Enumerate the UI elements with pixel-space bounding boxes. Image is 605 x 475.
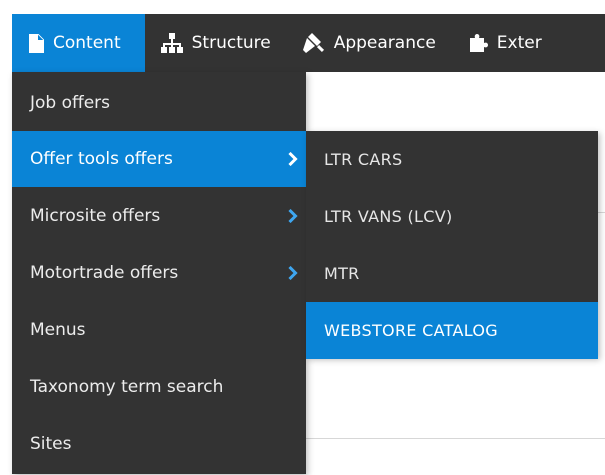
file-icon bbox=[29, 33, 44, 53]
menu-item-offer-tools-offers[interactable]: Offer tools offers bbox=[12, 131, 306, 187]
menu-item-sites[interactable]: Sites bbox=[12, 416, 306, 472]
menu-item-label: Menus bbox=[30, 320, 86, 340]
chevron-right-icon bbox=[288, 152, 298, 166]
page-divider bbox=[306, 438, 605, 439]
menu-item-label: Taxonomy term search bbox=[30, 377, 224, 397]
paint-roller-icon bbox=[302, 33, 325, 53]
menu-item-label: Offer tools offers bbox=[30, 149, 173, 169]
sitemap-icon bbox=[160, 33, 183, 53]
content-dropdown-menu: Job offers Offer tools offers Microsite … bbox=[12, 72, 306, 474]
admin-toolbar: Content Structure Appearance Exter bbox=[0, 0, 605, 72]
menu-item-label: Motortrade offers bbox=[30, 263, 179, 283]
submenu-item-label: LTR CARS bbox=[324, 150, 403, 169]
offer-tools-submenu: LTR CARS LTR VANS (LCV) MTR WEBSTORE CAT… bbox=[306, 131, 598, 359]
submenu-item-label: WEBSTORE CATALOG bbox=[324, 321, 498, 340]
toolbar-tray: Content Structure Appearance Exter bbox=[12, 14, 605, 72]
menu-item-job-offers[interactable]: Job offers bbox=[12, 75, 306, 131]
chevron-right-icon bbox=[288, 266, 298, 280]
menu-item-menus[interactable]: Menus bbox=[12, 302, 306, 358]
tab-extend[interactable]: Exter bbox=[452, 14, 558, 72]
submenu-item-ltr-vans[interactable]: LTR VANS (LCV) bbox=[306, 188, 598, 245]
tab-appearance[interactable]: Appearance bbox=[287, 14, 452, 72]
tab-content-label: Content bbox=[53, 33, 121, 53]
tab-structure-label: Structure bbox=[191, 33, 271, 53]
chevron-right-icon bbox=[288, 209, 298, 223]
tab-content[interactable]: Content bbox=[12, 14, 145, 72]
menu-item-motortrade-offers[interactable]: Motortrade offers bbox=[12, 245, 306, 301]
tab-appearance-label: Appearance bbox=[333, 33, 436, 53]
tab-structure[interactable]: Structure bbox=[145, 14, 287, 72]
submenu-item-mtr[interactable]: MTR bbox=[306, 245, 598, 302]
submenu-item-label: LTR VANS (LCV) bbox=[324, 207, 453, 226]
menu-item-label: Microsite offers bbox=[30, 206, 161, 226]
menu-item-label: Job offers bbox=[30, 93, 111, 113]
menu-item-microsite-offers[interactable]: Microsite offers bbox=[12, 188, 306, 244]
submenu-item-label: MTR bbox=[324, 264, 360, 283]
puzzle-icon bbox=[468, 33, 488, 53]
submenu-item-webstore-catalog[interactable]: WEBSTORE CATALOG bbox=[306, 302, 598, 359]
menu-item-label: Sites bbox=[30, 434, 72, 454]
menu-item-taxonomy-term-search[interactable]: Taxonomy term search bbox=[12, 359, 306, 415]
submenu-item-ltr-cars[interactable]: LTR CARS bbox=[306, 131, 598, 188]
tab-extend-label: Exter bbox=[496, 33, 542, 53]
